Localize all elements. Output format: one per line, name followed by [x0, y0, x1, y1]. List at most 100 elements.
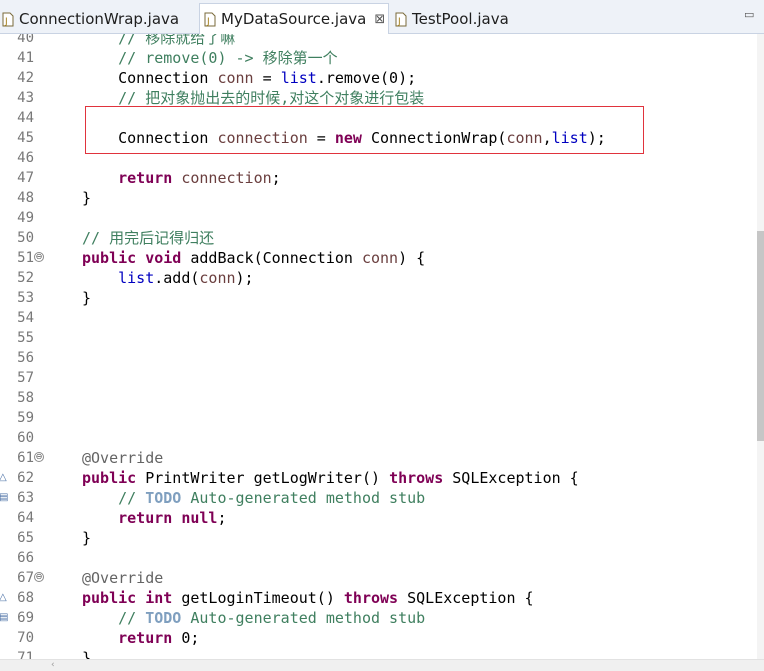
code-token: public [82, 249, 137, 267]
code-text: } [82, 288, 91, 308]
scroll-left-icon[interactable]: ‹ [51, 660, 55, 670]
line-number: 51 [17, 250, 34, 266]
line-number: 46 [17, 150, 34, 166]
tab-mydatasource[interactable]: J MyDataSource.java ⊠ [199, 3, 389, 34]
close-icon[interactable]: ⊠ [374, 12, 385, 27]
code-line[interactable]: 48} [0, 188, 757, 208]
line-number: 57 [17, 370, 34, 386]
vertical-scroll-thumb[interactable] [757, 231, 764, 441]
code-line[interactable]: 67 ⊖ @Override [0, 568, 757, 588]
override-marker-icon[interactable]: △ [0, 472, 7, 483]
line-number: 70 [17, 630, 34, 646]
code-text: list.add(conn); [82, 268, 254, 288]
minimize-icon[interactable]: ▭ [744, 8, 754, 21]
line-number: 47 [17, 170, 34, 186]
code-line[interactable]: 60 [0, 428, 757, 448]
code-line[interactable]: 59 [0, 408, 757, 428]
task-marker-icon[interactable]: ▤ [0, 492, 8, 503]
highlight-box [85, 106, 644, 154]
vertical-scrollbar[interactable] [757, 34, 764, 660]
code-token: connection [181, 169, 272, 187]
code-line[interactable]: 51 ⊖ public void addBack(Connection conn) … [0, 248, 757, 268]
line-number: 55 [17, 330, 34, 346]
code-token: null [181, 509, 218, 527]
code-line[interactable]: 57 [0, 368, 757, 388]
svg-text:J: J [206, 17, 210, 27]
code-token: public [82, 589, 137, 607]
code-line[interactable]: 40 // 移除就给了嘛 [0, 34, 757, 48]
svg-text:J: J [4, 17, 8, 27]
code-line[interactable]: 58 [0, 388, 757, 408]
line-number: 54 [17, 310, 34, 326]
code-token: } [82, 189, 92, 207]
line-number: 67 [17, 570, 34, 586]
code-token: @Override [82, 569, 164, 587]
code-line[interactable]: 65} [0, 528, 757, 548]
code-token: SQLException { [398, 589, 534, 607]
code-text: } [82, 188, 91, 208]
code-line[interactable]: 61 ⊖ @Override [0, 448, 757, 468]
horizontal-scrollbar[interactable]: ‹ [0, 659, 764, 671]
code-line[interactable]: 64 return null; [0, 508, 757, 528]
code-line[interactable]: 54 [0, 308, 757, 328]
code-token: void [145, 249, 182, 267]
line-number: 65 [17, 530, 34, 546]
code-line[interactable]: 70 return 0; [0, 628, 757, 648]
code-token: = [253, 69, 281, 87]
line-number: 42 [17, 70, 34, 86]
code-line[interactable]: ▤ 69 // TODO Auto-generated method stub [0, 608, 757, 628]
code-line[interactable]: 66 [0, 548, 757, 568]
code-line[interactable]: 50 // 用完后记得归还 [0, 228, 757, 248]
java-file-icon: J [395, 12, 407, 27]
code-token: .remove(0); [316, 69, 417, 87]
code-line[interactable]: △ 68 public int getLoginTimeout() throws S… [0, 588, 757, 608]
code-token: } [82, 289, 92, 307]
line-number: 41 [17, 50, 34, 66]
override-marker-icon[interactable]: △ [0, 592, 7, 603]
line-number: 63 [17, 490, 34, 506]
tab-connectionwrap[interactable]: J ConnectionWrap.java [0, 4, 196, 34]
task-marker-icon[interactable]: ▤ [0, 612, 8, 623]
code-line[interactable]: 41 // remove(0) -> 移除第一个 [0, 48, 757, 68]
code-token: conn [199, 269, 236, 287]
tab-testpool[interactable]: J TestPool.java [392, 4, 562, 34]
code-line[interactable]: 52 list.add(conn); [0, 268, 757, 288]
fold-collapse-icon[interactable]: ⊖ [34, 572, 44, 582]
code-token: ; [217, 509, 227, 527]
code-line[interactable]: △ 62 public PrintWriter getLogWriter() thr… [0, 468, 757, 488]
code-text: return null; [82, 508, 227, 528]
line-number: 43 [17, 90, 34, 106]
code-token: ); [235, 269, 254, 287]
fold-collapse-icon[interactable]: ⊖ [34, 452, 44, 462]
code-line[interactable]: 53} [0, 288, 757, 308]
fold-collapse-icon[interactable]: ⊖ [34, 252, 44, 262]
line-number: 45 [17, 130, 34, 146]
code-text: // 用完后记得归还 [82, 228, 214, 248]
code-text: @Override [82, 568, 163, 588]
code-line[interactable]: 42 Connection conn = list.remove(0); [0, 68, 757, 88]
code-line[interactable]: 55 [0, 328, 757, 348]
code-token: .add( [154, 269, 200, 287]
code-token: SQLException { [443, 469, 579, 487]
code-token: Connection [82, 69, 218, 87]
svg-text:J: J [397, 17, 401, 27]
code-token: // 用完后记得归还 [82, 229, 215, 247]
line-number: 64 [17, 510, 34, 526]
code-line[interactable]: ▤ 63 // TODO Auto-generated method stub [0, 488, 757, 508]
code-token: // [118, 489, 146, 507]
code-line[interactable]: 43 // 把对象抛出去的时候,对这个对象进行包装 [0, 88, 757, 108]
line-number: 68 [17, 590, 34, 606]
code-token: ) { [398, 249, 426, 267]
code-text: public void addBack(Connection conn) { [82, 248, 425, 268]
code-line[interactable]: 49 [0, 208, 757, 228]
code-line[interactable]: 56 [0, 348, 757, 368]
code-token: // [118, 609, 146, 627]
code-text: return 0; [82, 628, 199, 648]
code-line[interactable]: 47 return connection; [0, 168, 757, 188]
